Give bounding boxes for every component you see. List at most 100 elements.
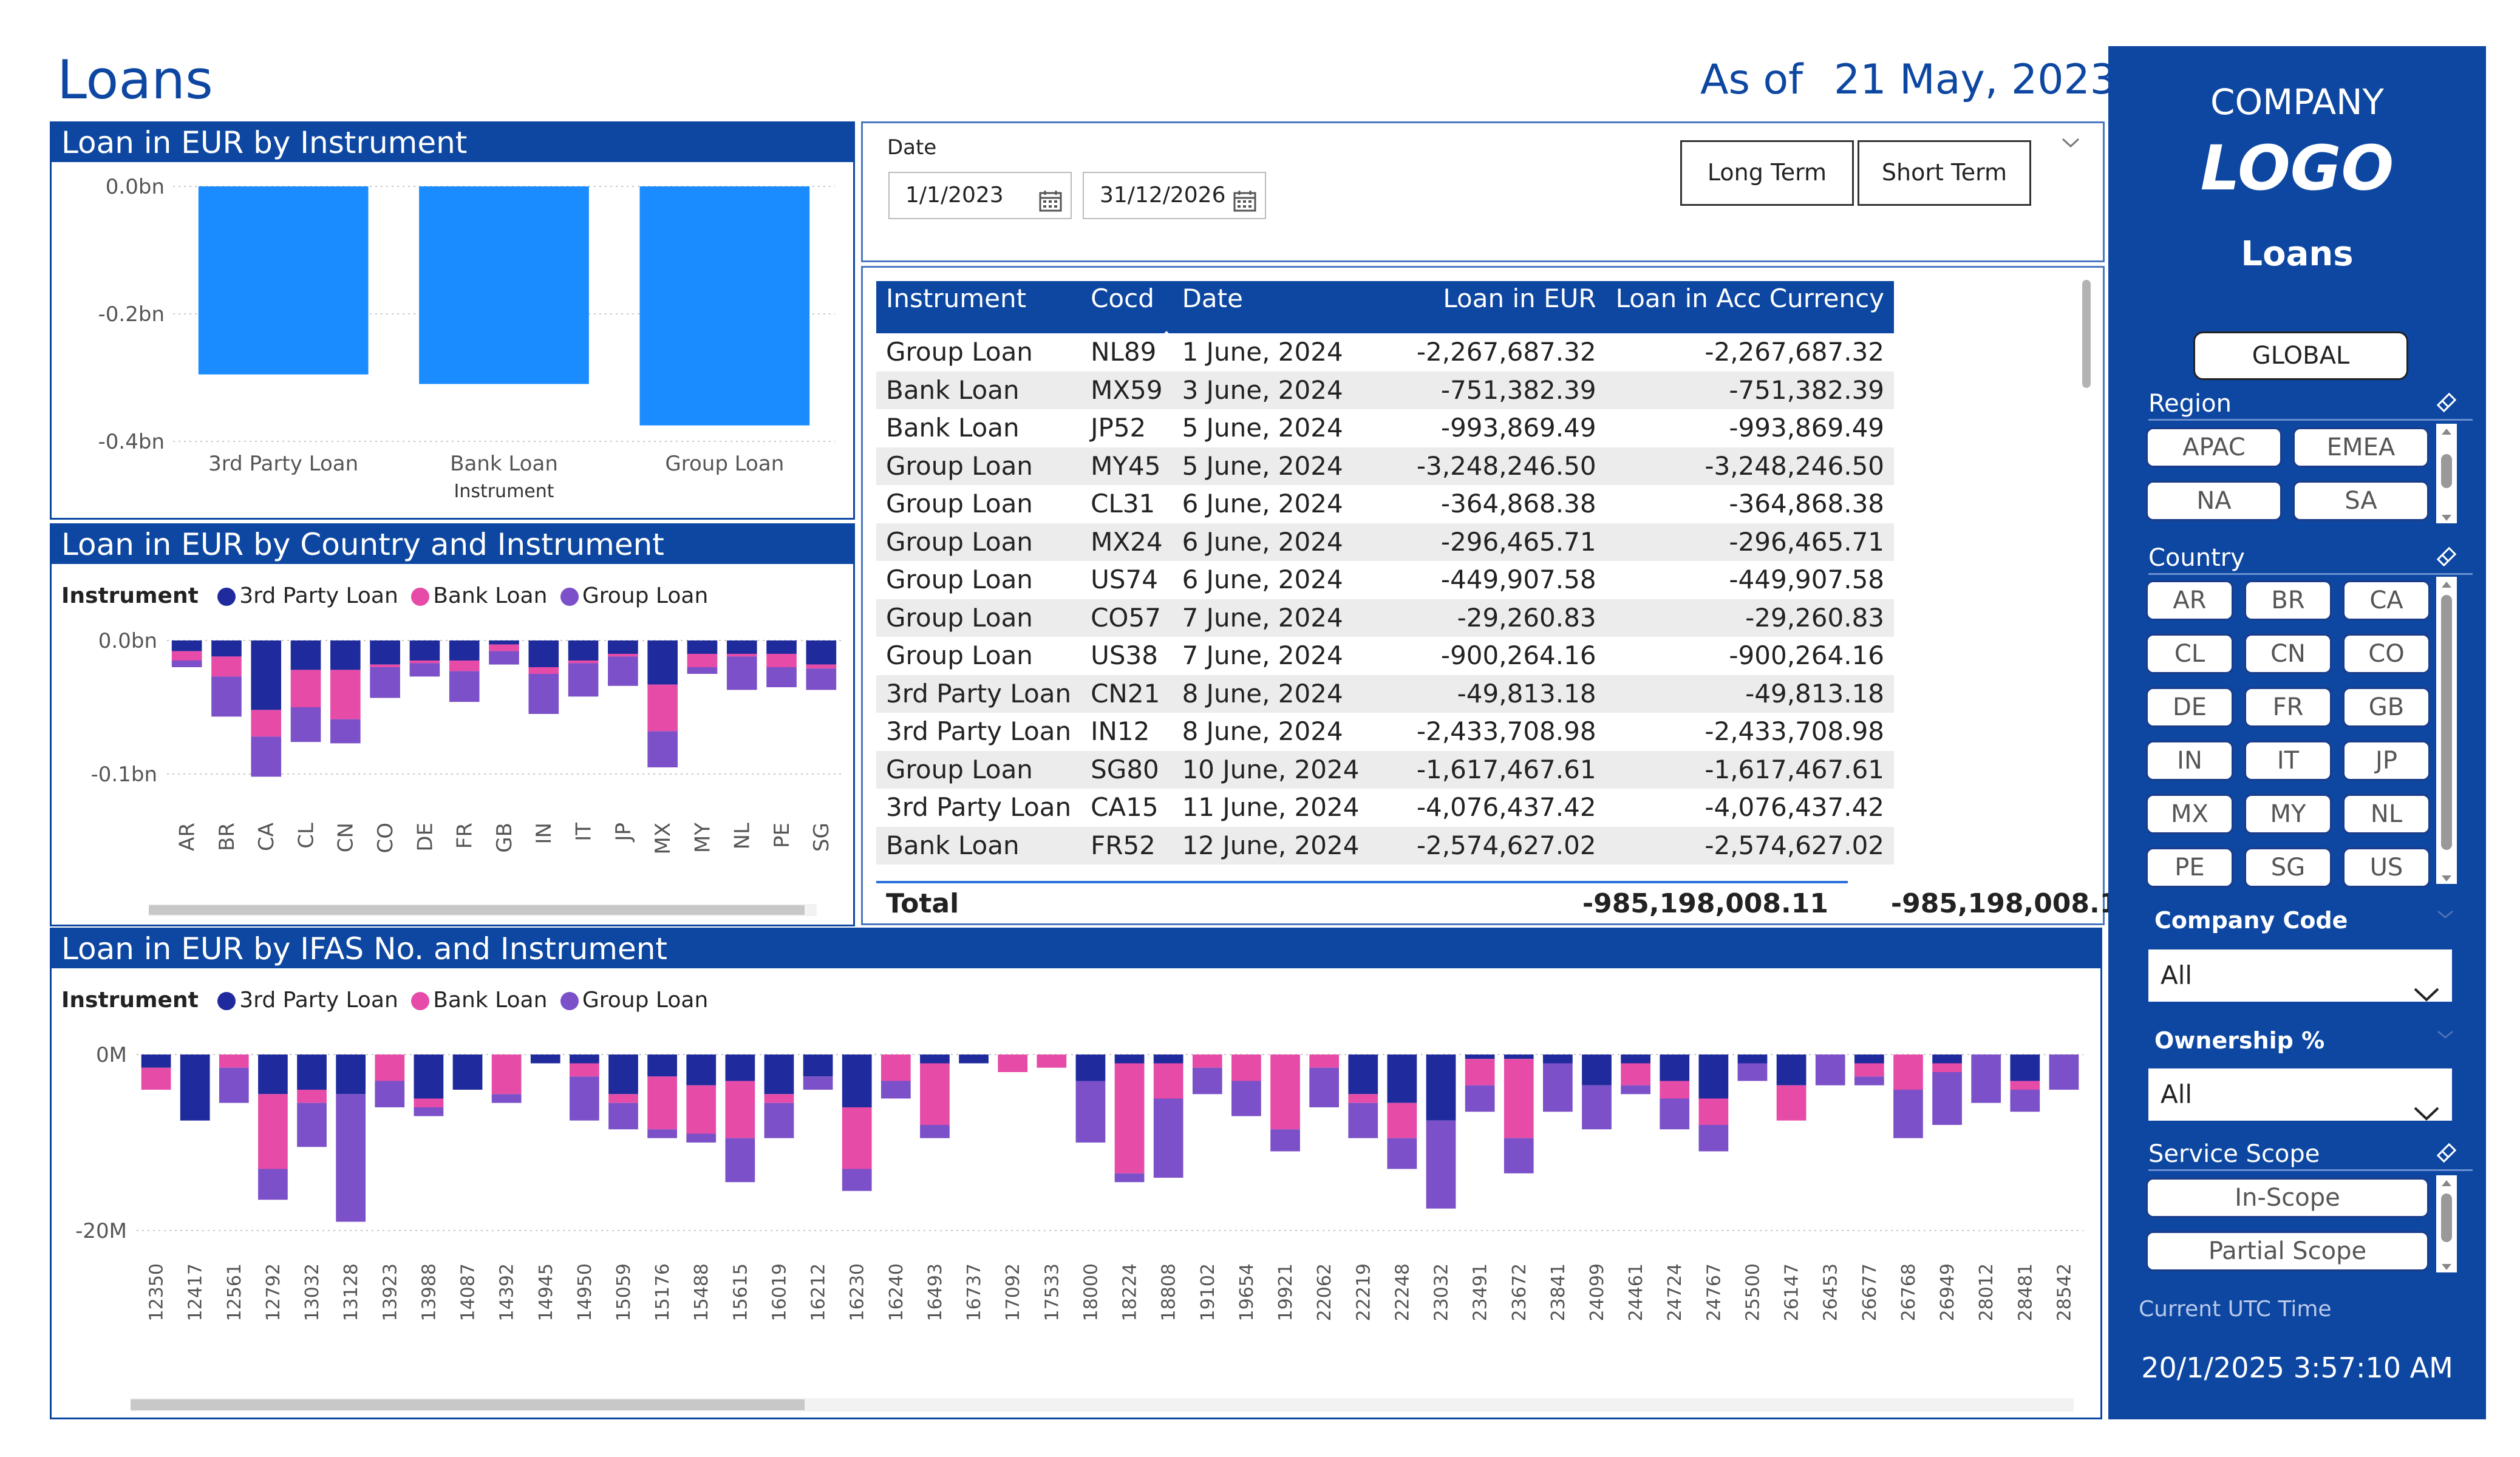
service-scope-in-scope[interactable]: In-Scope: [2146, 1178, 2429, 1218]
cell-instrument: Group Loan: [886, 489, 1033, 519]
bar-segment: [1503, 1055, 1534, 1059]
x-tick-label: 13923: [380, 1263, 401, 1321]
table-row[interactable]: 3rd Party Loan CN21 8 June, 2024 -49,813.18…: [876, 674, 1895, 713]
legend-item-bank[interactable]: Bank Loan: [433, 583, 547, 608]
country-chip-my[interactable]: MY: [2244, 794, 2332, 834]
ownership-select[interactable]: All: [2148, 1068, 2452, 1121]
service-scope-scroll[interactable]: [2436, 1175, 2457, 1272]
bar: [639, 186, 810, 426]
table-row[interactable]: Group Loan MX24 6 June, 2024 -296,465.71 -29…: [876, 523, 1895, 561]
country-chip-fr[interactable]: FR: [2244, 687, 2332, 727]
col-instrument[interactable]: Instrument: [876, 281, 1081, 333]
x-tick-label: 14945: [536, 1263, 557, 1321]
country-chip-us[interactable]: US: [2343, 847, 2430, 888]
country-chip-ar[interactable]: AR: [2146, 580, 2233, 620]
region-chip-sa[interactable]: SA: [2293, 481, 2429, 521]
table-row[interactable]: Bank Loan FR52 12 June, 2024 -2,574,627.02-…: [876, 826, 1895, 864]
scroll-up-icon[interactable]: [2441, 579, 2452, 591]
chevron-down-icon[interactable]: [2436, 1028, 2454, 1043]
legend-item-bank[interactable]: Bank Loan: [433, 988, 547, 1013]
company-code-select[interactable]: All: [2148, 949, 2452, 1002]
ifas-chart-hscroll-thumb[interactable]: [131, 1399, 805, 1410]
country-chip-cl[interactable]: CL: [2146, 634, 2233, 674]
country-chip-br[interactable]: BR: [2244, 580, 2332, 620]
legend-item-group[interactable]: Group Loan: [582, 583, 708, 608]
legend-item-group[interactable]: Group Loan: [582, 988, 708, 1013]
col-loan-acc[interactable]: Loan in Acc Currency: [1606, 281, 1895, 333]
global-button[interactable]: GLOBAL: [2193, 331, 2408, 380]
country-chip-jp[interactable]: JP: [2343, 741, 2430, 781]
country-scroll-thumb[interactable]: [2441, 595, 2452, 850]
chevron-down-icon[interactable]: [2060, 135, 2081, 150]
scroll-down-icon[interactable]: [2441, 1262, 2452, 1273]
table-row[interactable]: Group Loan SG80 10 June, 2024 -1,617,467.61…: [876, 750, 1895, 789]
country-chip-co[interactable]: CO: [2343, 634, 2430, 674]
ifas-chart-hscroll[interactable]: [131, 1398, 2074, 1411]
col-loan-eur[interactable]: Loan in EUR: [1392, 281, 1606, 333]
country-chip-gb[interactable]: GB: [2343, 687, 2430, 727]
table-vscroll[interactable]: [2080, 280, 2093, 881]
region-scroll-thumb[interactable]: [2441, 454, 2452, 488]
col-date[interactable]: Date: [1158, 281, 1392, 339]
scroll-down-icon[interactable]: [2441, 873, 2452, 885]
calendar-icon[interactable]: [1039, 183, 1062, 212]
table-row[interactable]: Group Loan NL89 1 June, 2024 -2,267,687.32-…: [876, 333, 1894, 372]
col-date-label: Date: [1182, 284, 1243, 313]
table-row[interactable]: Group Loan CO57 7 June, 2024 -29,260.83 -29,…: [876, 599, 1895, 637]
country-chip-ca[interactable]: CA: [2343, 580, 2430, 620]
short-term-button[interactable]: Short Term: [1858, 140, 2031, 206]
region-chip-emea[interactable]: EMEA: [2293, 427, 2429, 467]
region-chip-na[interactable]: NA: [2146, 481, 2282, 521]
table-row[interactable]: Group Loan MY45 5 June, 2024 -3,248,246.50-…: [876, 447, 1895, 485]
eraser-icon[interactable]: [2435, 545, 2458, 568]
legend-item-3rd-party[interactable]: 3rd Party Loan: [239, 988, 398, 1013]
country-chip-sg[interactable]: SG: [2244, 847, 2332, 888]
country-chart-hscroll-thumb[interactable]: [149, 905, 805, 915]
table-row[interactable]: Group Loan US74 6 June, 2024 -449,907.58 -44…: [876, 561, 1894, 599]
region-scroll[interactable]: [2436, 424, 2457, 523]
scroll-down-icon[interactable]: [2441, 512, 2452, 524]
start-date-input[interactable]: 1/1/2023: [888, 172, 1072, 219]
country-chip-it[interactable]: IT: [2244, 741, 2332, 781]
bar-segment: [1465, 1055, 1495, 1059]
table-row[interactable]: Group Loan CL31 6 June, 2024 -364,868.38 -36…: [876, 485, 1894, 523]
table-row[interactable]: Group Loan US38 7 June, 2024 -900,264.16 -90…: [876, 637, 1894, 675]
bar-segment: [1387, 1055, 1417, 1103]
bar-segment: [1348, 1102, 1378, 1138]
country-chip-de[interactable]: DE: [2146, 687, 2233, 727]
legend-item-3rd-party[interactable]: 3rd Party Loan: [239, 583, 398, 608]
cell-date: 11 June, 2024: [1182, 792, 1360, 823]
country-chart-hscroll[interactable]: [149, 904, 817, 916]
region-chip-apac[interactable]: APAC: [2146, 427, 2282, 467]
instrument-chart-panel: Loan in EUR by Instrument 0.0bn -0.2bn -0.…: [50, 121, 855, 520]
y-tick-label: 0M: [96, 1043, 127, 1067]
table-row[interactable]: 3rd Party Loan CA15 11 June, 2024 -4,076,43…: [876, 789, 1894, 827]
table-row[interactable]: Bank Loan MX59 3 June, 2024 -751,382.39 -751…: [876, 371, 1895, 409]
long-term-button[interactable]: Long Term: [1680, 140, 1854, 206]
country-chip-mx[interactable]: MX: [2146, 794, 2233, 834]
cell-loan-acc: -4,076,437.42: [1704, 792, 1885, 823]
table-row[interactable]: 3rd Party Loan IN12 8 June, 2024 -2,433,708…: [876, 713, 1894, 751]
calendar-icon[interactable]: [1233, 183, 1256, 212]
x-tick-label: Group Loan: [665, 452, 784, 476]
country-scroll[interactable]: [2436, 577, 2457, 884]
country-chip-pe[interactable]: PE: [2146, 847, 2233, 888]
end-date-input[interactable]: 31/12/2026: [1083, 172, 1266, 219]
table-row[interactable]: Bank Loan JP52 5 June, 2024 -993,869.49 -993…: [876, 409, 1894, 447]
scroll-up-icon[interactable]: [2441, 426, 2452, 438]
country-chip-in[interactable]: IN: [2146, 741, 2233, 781]
bar-segment: [141, 1067, 171, 1090]
end-date-value: 31/12/2026: [1100, 183, 1226, 208]
service-scope-partial[interactable]: Partial Scope: [2146, 1231, 2429, 1271]
service-scope-scroll-thumb[interactable]: [2441, 1194, 2452, 1242]
country-chip-cn[interactable]: CN: [2244, 634, 2332, 674]
chevron-down-icon[interactable]: [2436, 908, 2454, 923]
eraser-icon[interactable]: [2435, 1141, 2458, 1164]
x-tick-label: 23841: [1548, 1263, 1569, 1321]
scroll-up-icon[interactable]: [2441, 1178, 2452, 1189]
eraser-icon[interactable]: [2435, 391, 2458, 414]
table-vscroll-thumb[interactable]: [2082, 280, 2091, 388]
table-total-label: Total: [886, 888, 959, 919]
country-chip-nl[interactable]: NL: [2343, 794, 2430, 834]
x-tick-label: 18224: [1120, 1263, 1141, 1321]
